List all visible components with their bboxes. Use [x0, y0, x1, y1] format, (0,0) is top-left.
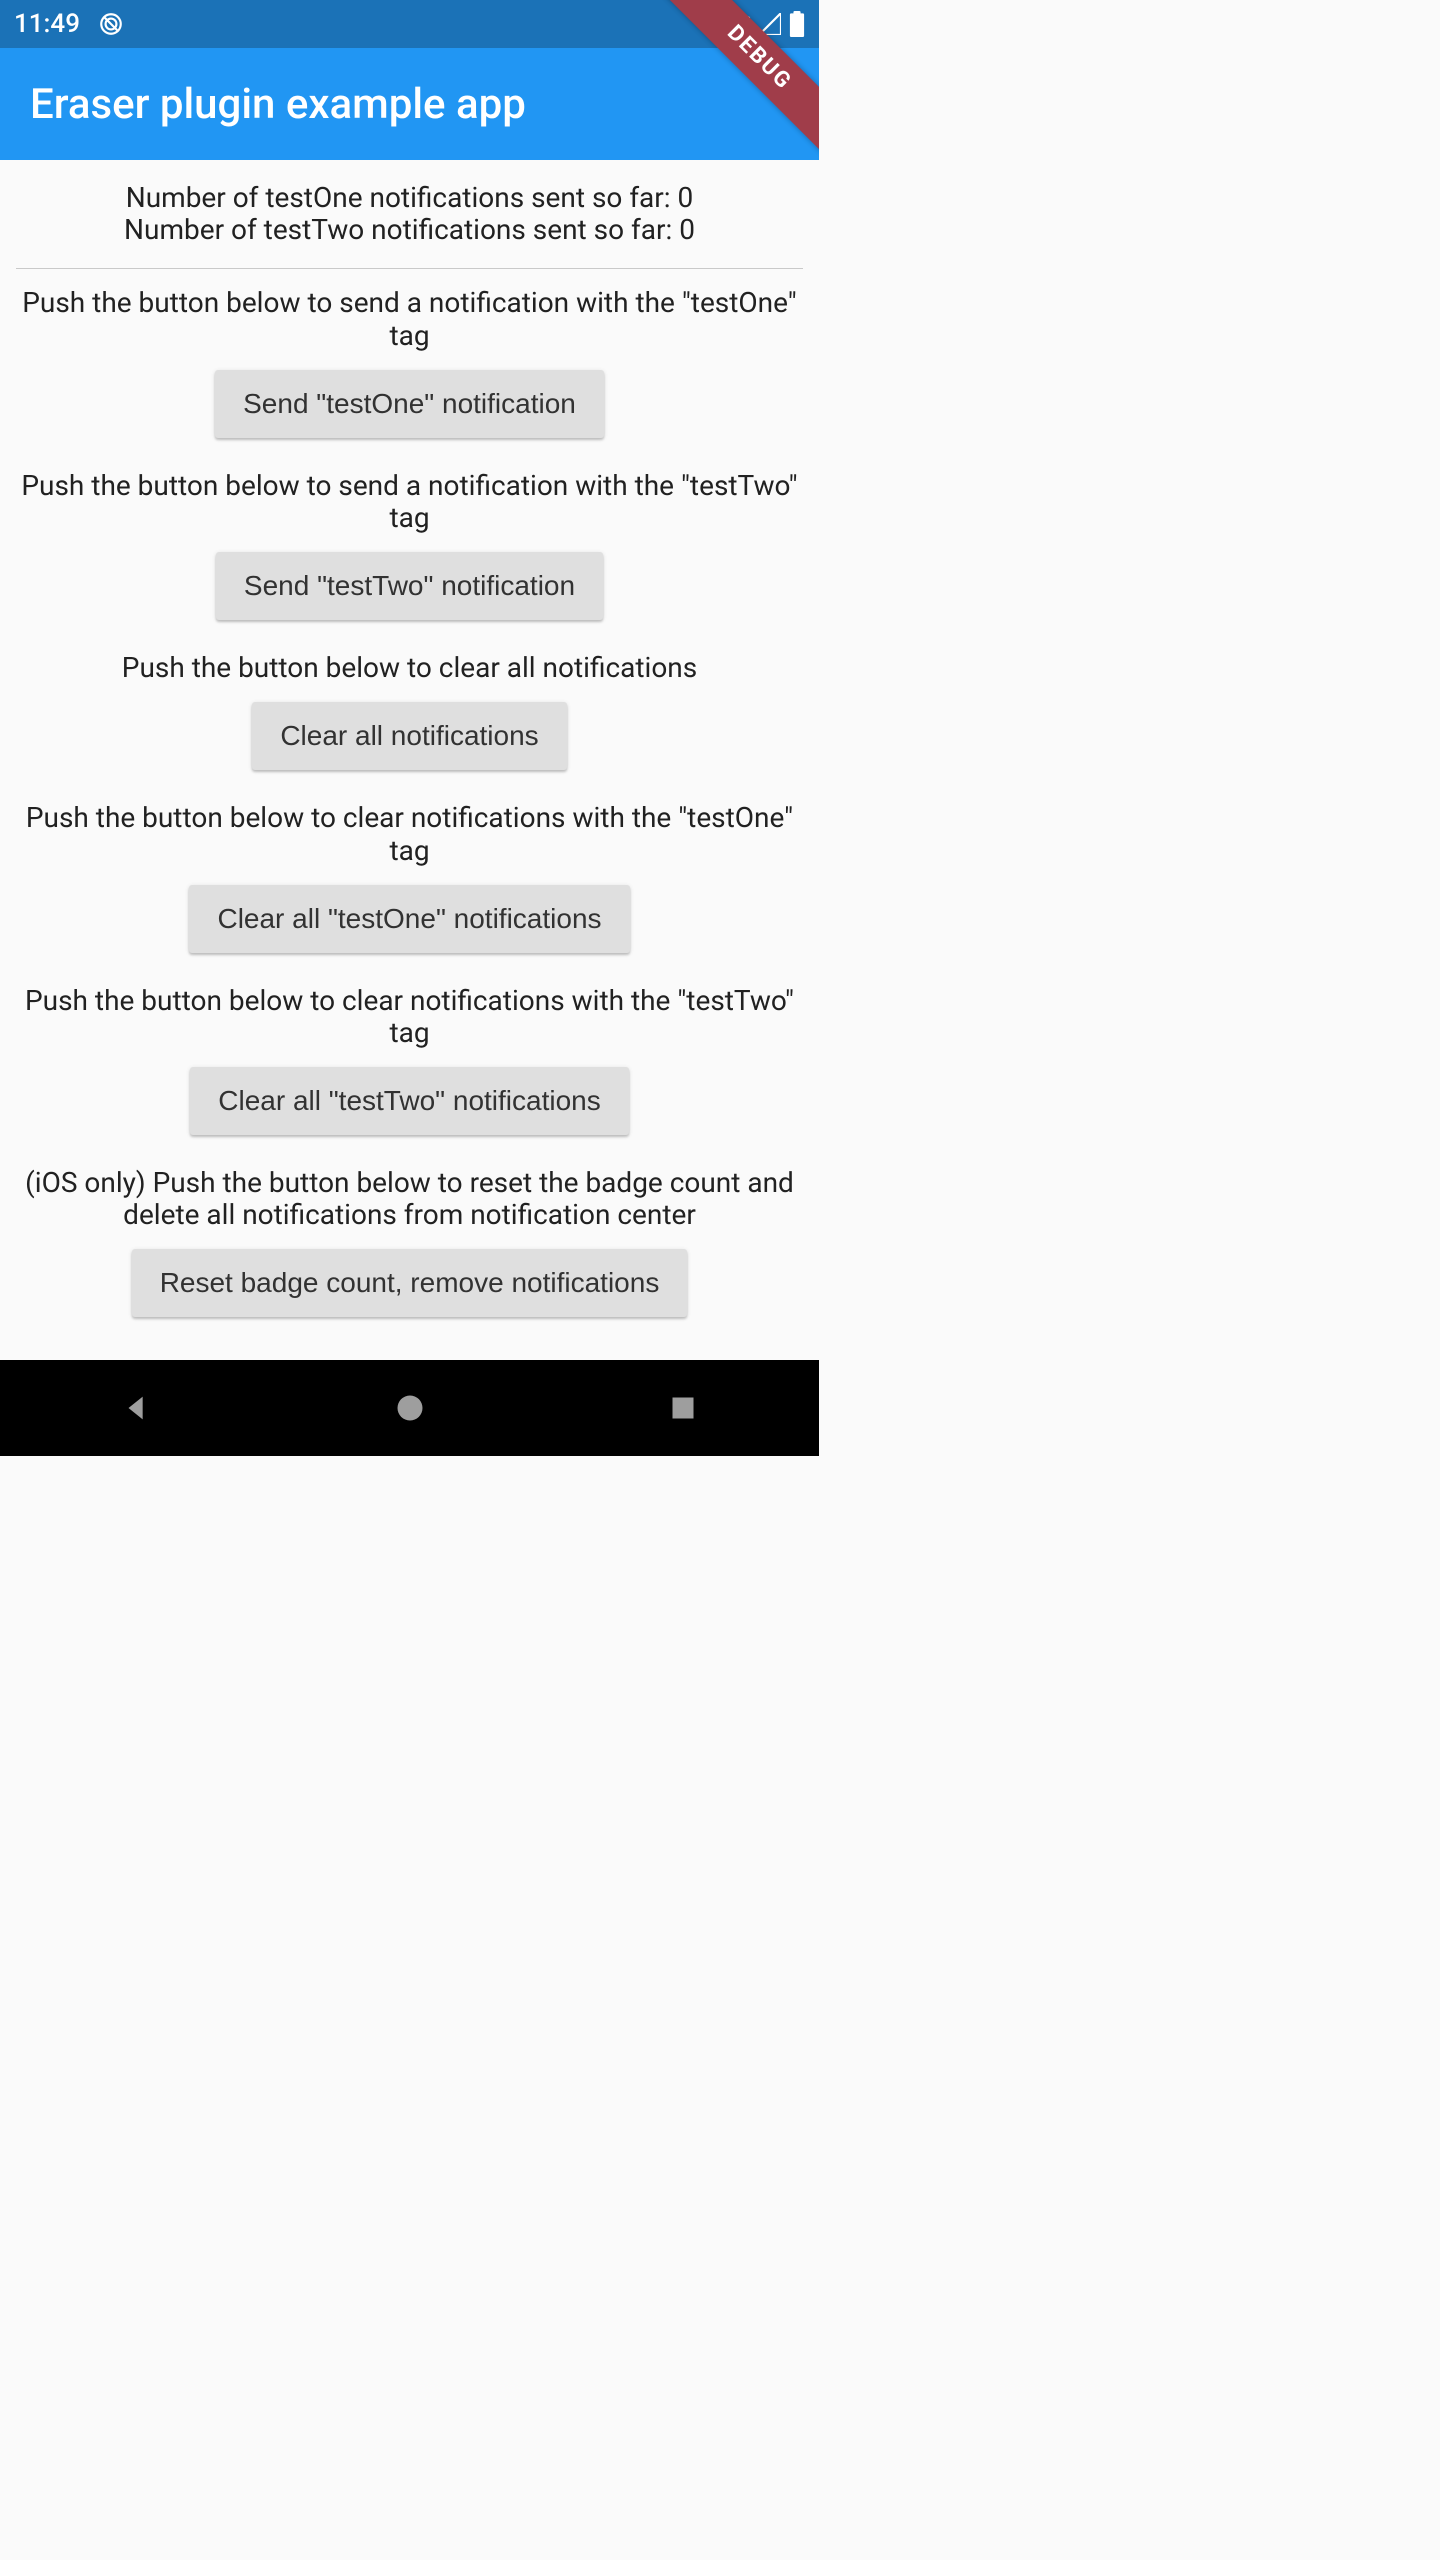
section-reset-badge: (iOS only) Push the button below to rese… [16, 1167, 803, 1317]
android-nav-bar [0, 1360, 819, 1456]
reset-badge-button[interactable]: Reset badge count, remove notifications [132, 1249, 688, 1317]
send-testone-button[interactable]: Send "testOne" notification [215, 370, 604, 438]
clear-testtwo-description: Push the button below to clear notificat… [16, 985, 803, 1049]
testone-counter-label: Number of testOne notifications sent so … [126, 181, 678, 214]
clear-all-description: Push the button below to clear all notif… [16, 652, 803, 684]
testone-counter-value: 0 [678, 181, 694, 214]
section-send-testone: Push the button below to send a notifica… [16, 287, 803, 437]
wifi-icon [723, 13, 751, 35]
testtwo-counter-label: Number of testTwo notifications sent so … [124, 213, 679, 246]
nav-recents-button[interactable] [659, 1384, 707, 1432]
app-bar: Eraser plugin example app [0, 48, 819, 160]
testtwo-counter-row: Number of testTwo notifications sent so … [16, 214, 803, 246]
section-clear-all: Push the button below to clear all notif… [16, 652, 803, 770]
battery-icon [789, 11, 805, 37]
send-testtwo-button[interactable]: Send "testTwo" notification [216, 552, 603, 620]
section-clear-testone: Push the button below to clear notificat… [16, 802, 803, 952]
clear-testone-description: Push the button below to clear notificat… [16, 802, 803, 866]
notification-counters: Number of testOne notifications sent so … [16, 176, 803, 264]
app-title: Eraser plugin example app [30, 80, 526, 129]
main-content: Number of testOne notifications sent so … [0, 160, 819, 1360]
nav-home-button[interactable] [386, 1384, 434, 1432]
testone-counter-row: Number of testOne notifications sent so … [16, 182, 803, 214]
android-status-bar: 11:49 [0, 0, 819, 48]
clear-testtwo-button[interactable]: Clear all "testTwo" notifications [190, 1067, 628, 1135]
send-testtwo-description: Push the button below to send a notifica… [16, 470, 803, 534]
clear-testone-button[interactable]: Clear all "testOne" notifications [189, 885, 629, 953]
divider [16, 268, 803, 269]
cell-signal-icon [759, 13, 781, 35]
nav-back-button[interactable] [113, 1384, 161, 1432]
do-not-disturb-icon [98, 11, 124, 37]
section-send-testtwo: Push the button below to send a notifica… [16, 470, 803, 620]
section-clear-testtwo: Push the button below to clear notificat… [16, 985, 803, 1135]
send-testone-description: Push the button below to send a notifica… [16, 287, 803, 351]
status-time: 11:49 [14, 9, 80, 39]
clear-all-button[interactable]: Clear all notifications [252, 702, 566, 770]
testtwo-counter-value: 0 [679, 213, 695, 246]
reset-badge-description: (iOS only) Push the button below to rese… [16, 1167, 803, 1231]
